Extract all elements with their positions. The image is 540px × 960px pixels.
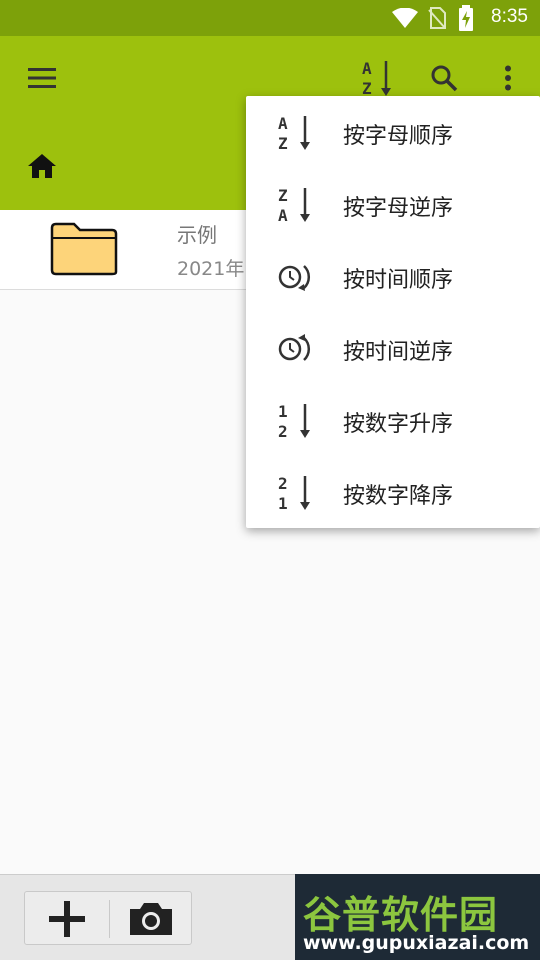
svg-text:A: A: [278, 206, 288, 224]
no-sim-icon: [428, 7, 446, 29]
clock-forward-icon: [278, 265, 311, 291]
svg-text:1: 1: [278, 402, 288, 421]
more-vert-icon: [505, 65, 511, 91]
plus-icon: [49, 901, 85, 937]
clock-backward-icon: [278, 334, 311, 361]
menu-item-sort-za[interactable]: Z A 按字母逆序: [246, 168, 540, 240]
watermark-url: www.gupuxiazai.com: [303, 932, 530, 954]
battery-charging-icon: [459, 5, 473, 31]
svg-text:A: A: [362, 59, 372, 78]
hamburger-icon: [28, 68, 56, 88]
add-button[interactable]: [25, 892, 109, 946]
wifi-icon: [392, 8, 418, 28]
svg-text:1: 1: [278, 494, 288, 512]
menu-item-label: 按时间顺序: [343, 268, 454, 293]
menu-item-label: 按数字升序: [343, 412, 454, 437]
status-time: 8:35: [491, 6, 528, 27]
menu-item-label: 按字母顺序: [343, 124, 454, 149]
status-bar: 8:35: [0, 0, 540, 36]
sort-12-icon: 1 2: [278, 402, 310, 440]
camera-button[interactable]: [109, 892, 193, 946]
sort-za-icon: Z A: [278, 186, 310, 224]
home-icon: [28, 154, 56, 178]
overflow-menu-button[interactable]: [486, 56, 530, 100]
svg-text:Z: Z: [278, 134, 288, 152]
menu-item-label: 按数字降序: [343, 484, 454, 509]
camera-icon: [130, 903, 172, 935]
home-button[interactable]: [22, 146, 62, 186]
watermark-logo: 谷普软件园 www.gupuxiazai.com: [295, 874, 540, 960]
watermark-brand: 谷普软件园: [303, 893, 499, 937]
svg-text:A: A: [278, 114, 288, 133]
file-name: 示例: [177, 223, 217, 247]
search-icon: [431, 65, 458, 92]
sort-menu: A Z 按字母顺序 Z A 按字母逆序 按时间顺序 按时间逆序 1 2 按数字升…: [246, 96, 540, 528]
navigation-menu-button[interactable]: [20, 56, 64, 100]
menu-item-sort-number-desc[interactable]: 2 1 按数字降序: [246, 456, 540, 528]
sort-az-icon: A Z: [362, 59, 391, 98]
bottom-button-group: [24, 891, 192, 945]
svg-text:2: 2: [278, 474, 288, 493]
menu-item-sort-time-desc[interactable]: 按时间逆序: [246, 312, 540, 384]
menu-item-sort-time-asc[interactable]: 按时间顺序: [246, 240, 540, 312]
menu-item-label: 按时间逆序: [343, 340, 454, 365]
sort-21-icon: 2 1: [278, 474, 310, 512]
search-button[interactable]: [422, 56, 466, 100]
menu-item-label: 按字母逆序: [343, 196, 454, 221]
menu-item-sort-number-asc[interactable]: 1 2 按数字升序: [246, 384, 540, 456]
sort-az-icon: A Z: [278, 114, 310, 152]
file-date: 2021年: [177, 258, 245, 280]
sort-button[interactable]: A Z: [356, 56, 400, 100]
svg-text:2: 2: [278, 422, 288, 440]
svg-text:Z: Z: [278, 186, 288, 205]
folder-icon: [50, 222, 118, 276]
menu-item-sort-az[interactable]: A Z 按字母顺序: [246, 96, 540, 168]
